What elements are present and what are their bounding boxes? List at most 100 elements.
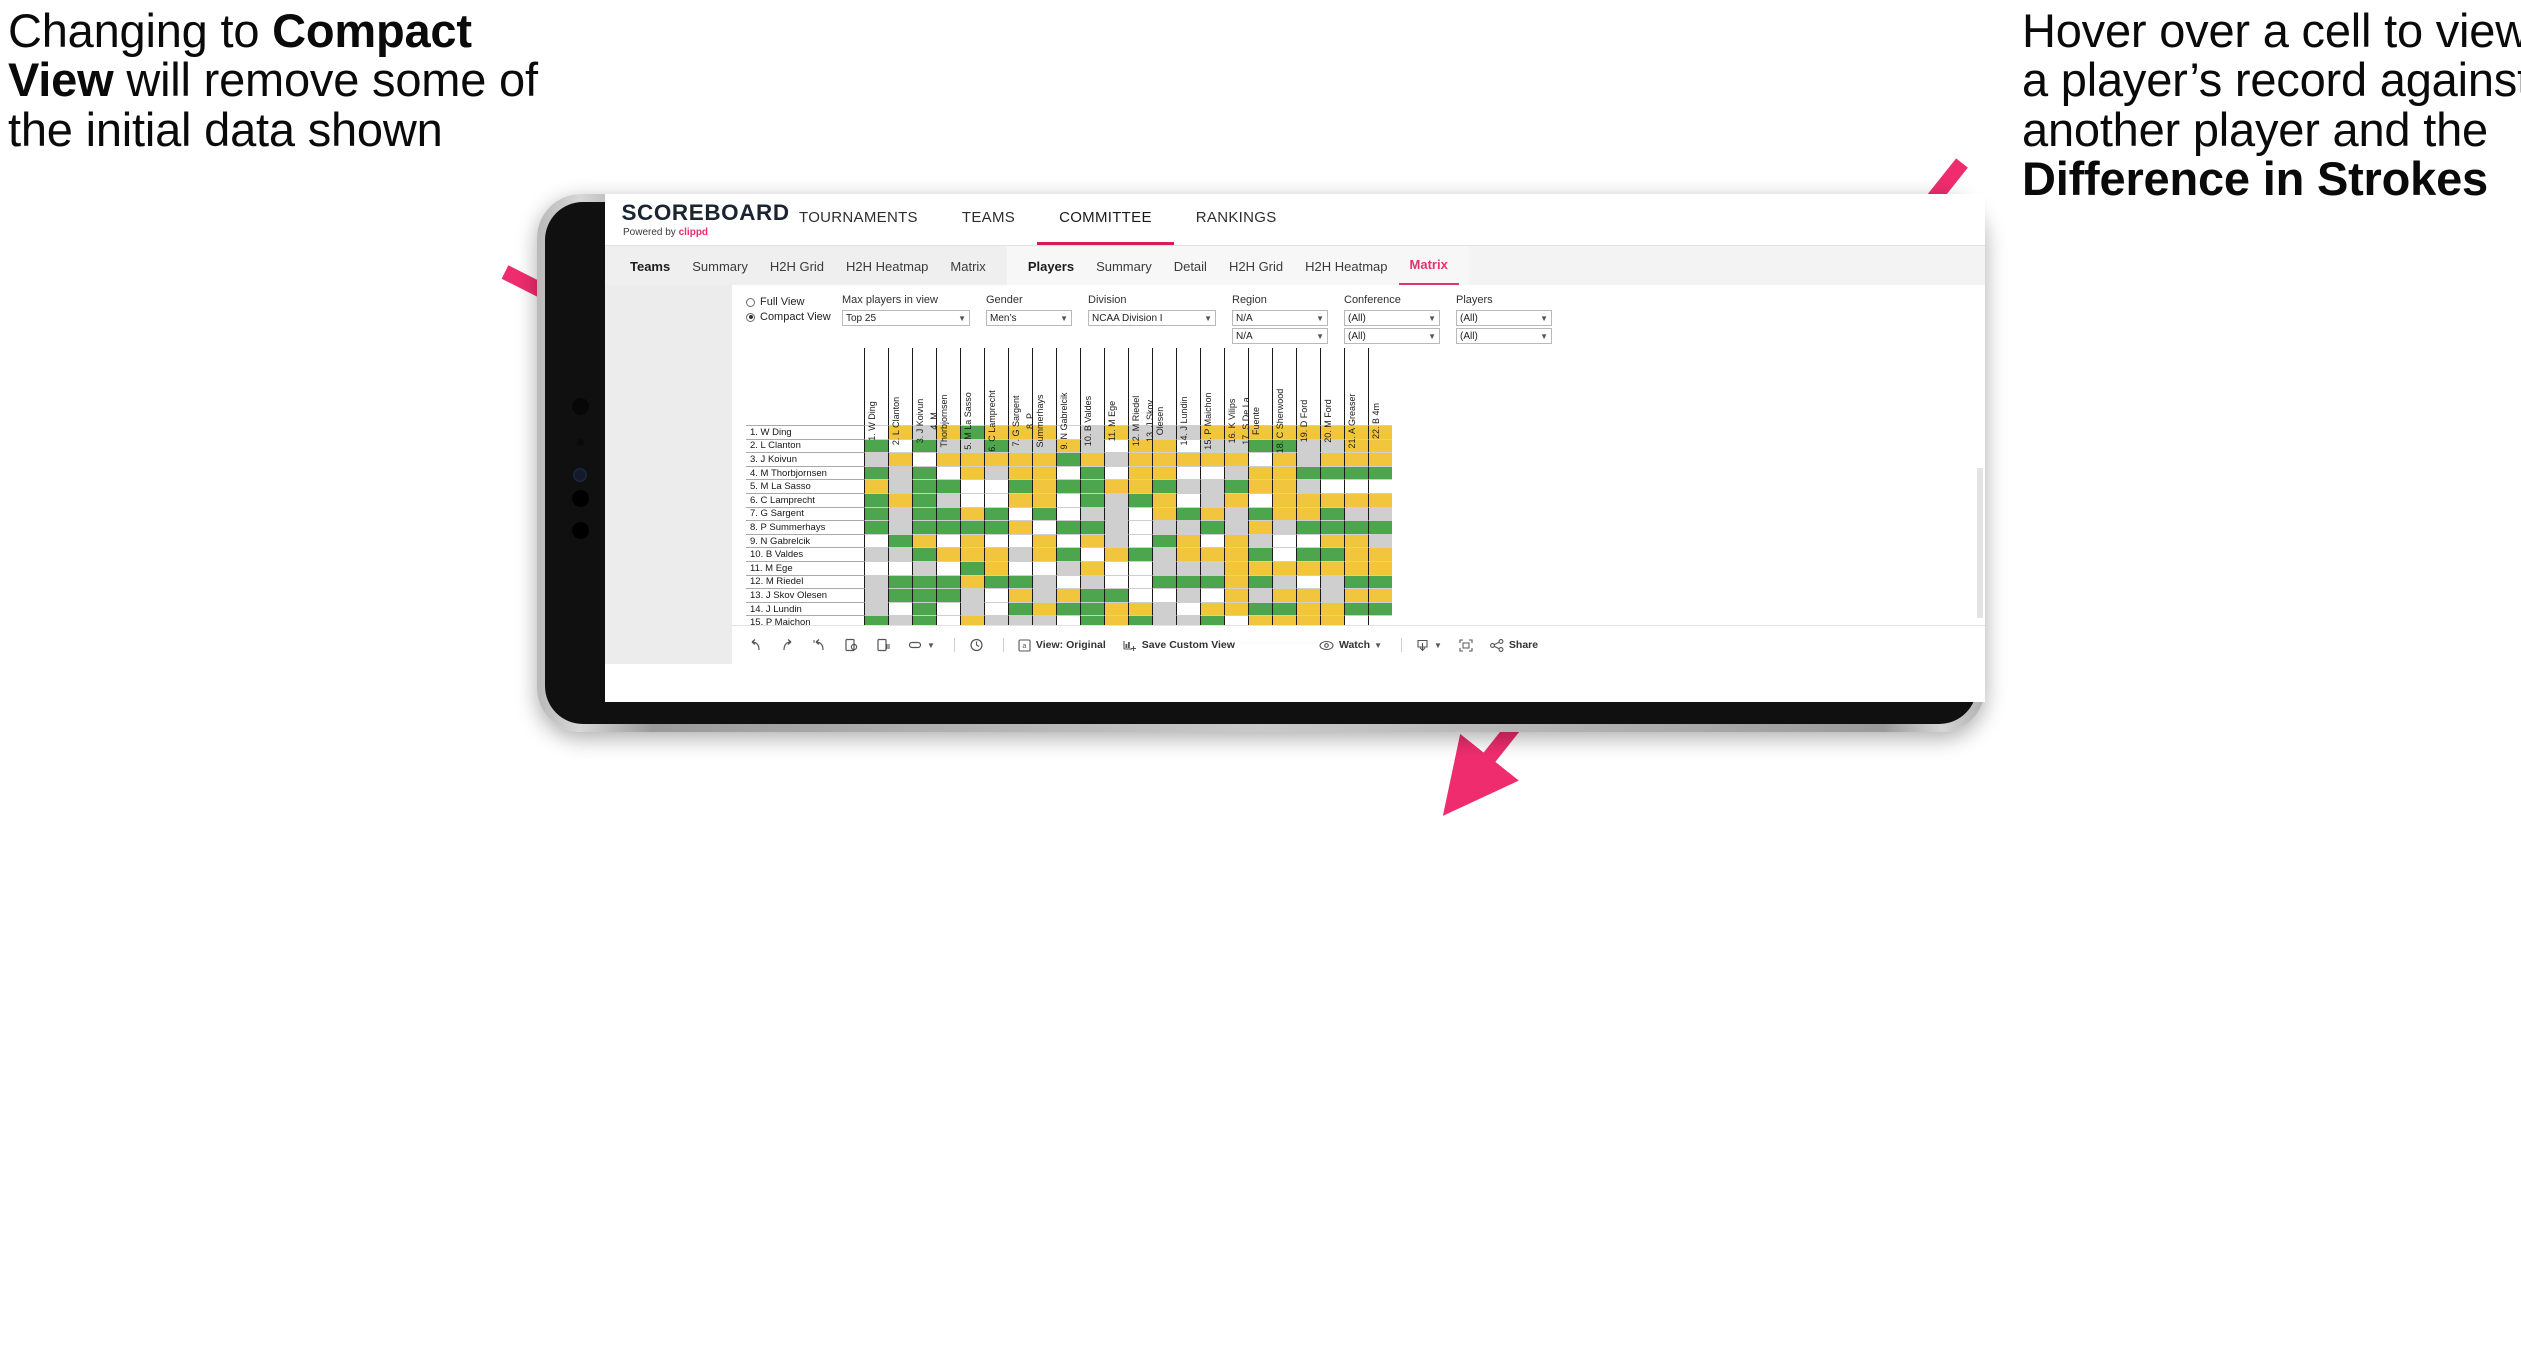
subnav-players-h2h-grid[interactable]: H2H Grid — [1218, 246, 1294, 286]
matrix-cell[interactable] — [1152, 492, 1176, 507]
matrix-cell[interactable] — [1128, 560, 1152, 575]
matrix-cell[interactable] — [960, 588, 984, 602]
matrix-cell[interactable] — [1368, 547, 1392, 561]
matrix-cell[interactable] — [1224, 601, 1248, 616]
matrix-cell[interactable] — [1128, 492, 1152, 507]
matrix-cell[interactable] — [1248, 601, 1272, 616]
matrix-cell[interactable] — [1368, 479, 1392, 493]
matrix-cell[interactable] — [1032, 601, 1056, 616]
nav-tab-teams[interactable]: TEAMS — [940, 194, 1037, 245]
matrix-cell[interactable] — [1176, 560, 1200, 575]
matrix-cell[interactable] — [888, 533, 912, 548]
matrix-cell[interactable] — [984, 506, 1008, 521]
matrix-cell[interactable] — [1248, 506, 1272, 521]
matrix-cell[interactable] — [912, 601, 936, 616]
matrix-cell[interactable] — [1248, 547, 1272, 561]
matrix-cell[interactable] — [1200, 492, 1224, 507]
matrix-cell[interactable] — [1128, 588, 1152, 602]
matrix-cell[interactable] — [984, 465, 1008, 480]
matrix-cell[interactable] — [1320, 560, 1344, 575]
matrix-cell[interactable] — [1320, 479, 1344, 493]
matrix-cell[interactable] — [1176, 465, 1200, 480]
matrix-cell[interactable] — [1368, 438, 1392, 453]
matrix-cell[interactable] — [888, 547, 912, 561]
matrix-cell[interactable] — [1344, 601, 1368, 616]
matrix-cell[interactable] — [1248, 574, 1272, 589]
matrix-cell[interactable] — [1104, 452, 1128, 466]
matrix-cell[interactable] — [888, 492, 912, 507]
matrix-cell[interactable] — [1224, 479, 1248, 493]
matrix-cell[interactable] — [984, 479, 1008, 493]
matrix-cell[interactable] — [1056, 520, 1080, 534]
matrix-cell[interactable] — [1224, 560, 1248, 575]
matrix-cell[interactable] — [1272, 492, 1296, 507]
matrix-cell[interactable] — [1032, 492, 1056, 507]
matrix-cell[interactable] — [1224, 506, 1248, 521]
brand-logo[interactable]: SCOREBOARD Powered by clippd — [605, 194, 789, 245]
pause-button[interactable] — [969, 638, 984, 652]
matrix-cell[interactable] — [864, 574, 888, 589]
matrix-cell[interactable] — [1056, 601, 1080, 616]
matrix-cell[interactable] — [984, 588, 1008, 602]
matrix-cell[interactable] — [1128, 465, 1152, 480]
matrix-cell[interactable] — [912, 520, 936, 534]
vertical-scrollbar[interactable] — [1977, 468, 1983, 618]
matrix-cell[interactable] — [912, 533, 936, 548]
matrix-cell[interactable] — [912, 465, 936, 480]
matrix-cell[interactable] — [1080, 479, 1104, 493]
matrix-cell[interactable] — [1248, 520, 1272, 534]
matrix-cell[interactable] — [1200, 533, 1224, 548]
matrix-cell[interactable] — [1296, 465, 1320, 480]
matrix-cell[interactable] — [912, 506, 936, 521]
matrix-cell[interactable] — [864, 479, 888, 493]
matrix-cell[interactable] — [1128, 601, 1152, 616]
subnav-teams-h2h-heatmap[interactable]: H2H Heatmap — [835, 246, 939, 286]
matrix-cell[interactable] — [1320, 533, 1344, 548]
matrix-cell[interactable] — [1176, 479, 1200, 493]
matrix-cell[interactable] — [1056, 465, 1080, 480]
subnav-teams-matrix[interactable]: Matrix — [939, 246, 996, 286]
matrix-cell[interactable] — [864, 601, 888, 616]
matrix-cell[interactable] — [1056, 506, 1080, 521]
matrix-cell[interactable] — [1224, 547, 1248, 561]
subnav-players-h2h-heatmap[interactable]: H2H Heatmap — [1294, 246, 1398, 286]
subnav-players-matrix[interactable]: Matrix — [1398, 246, 1459, 286]
view-original-button[interactable]: a View: Original — [1018, 638, 1106, 652]
matrix-cell[interactable] — [1200, 479, 1224, 493]
matrix-cell[interactable] — [984, 601, 1008, 616]
matrix-cell[interactable] — [864, 452, 888, 466]
nav-tab-rankings[interactable]: RANKINGS — [1174, 194, 1299, 245]
matrix-cell[interactable] — [1128, 479, 1152, 493]
matrix-cell[interactable] — [888, 520, 912, 534]
matrix-cell[interactable] — [1080, 574, 1104, 589]
matrix-cell[interactable] — [936, 547, 960, 561]
filter-conference-select[interactable]: (All) ▼ — [1344, 310, 1440, 326]
matrix-cell[interactable] — [1344, 588, 1368, 602]
matrix-cell[interactable] — [1008, 560, 1032, 575]
matrix-cell[interactable] — [1128, 547, 1152, 561]
redo-button[interactable] — [780, 638, 795, 652]
matrix-cell[interactable] — [1296, 533, 1320, 548]
filter-players-select-2[interactable]: (All) ▼ — [1456, 328, 1552, 344]
matrix-cell[interactable] — [1080, 506, 1104, 521]
matrix-cell[interactable] — [936, 465, 960, 480]
matrix-cell[interactable] — [1296, 574, 1320, 589]
matrix-cell[interactable] — [1224, 465, 1248, 480]
highlight-button[interactable]: ▼ — [908, 639, 935, 651]
matrix-cell[interactable] — [1152, 560, 1176, 575]
matrix-cell[interactable] — [1296, 520, 1320, 534]
matrix-cell[interactable] — [1344, 533, 1368, 548]
matrix-cell[interactable] — [1272, 465, 1296, 480]
matrix-cell[interactable] — [1176, 601, 1200, 616]
matrix-cell[interactable] — [1008, 574, 1032, 589]
matrix-cell[interactable] — [1080, 465, 1104, 480]
matrix-cell[interactable] — [864, 588, 888, 602]
matrix-cell[interactable] — [1272, 479, 1296, 493]
matrix-cell[interactable] — [1032, 533, 1056, 548]
filter-region-select-2[interactable]: N/A ▼ — [1232, 328, 1328, 344]
matrix-cell[interactable] — [1104, 547, 1128, 561]
matrix-cell[interactable] — [936, 533, 960, 548]
refresh-data-button[interactable] — [844, 638, 859, 652]
matrix-cell[interactable] — [1008, 601, 1032, 616]
matrix-cell[interactable] — [1152, 574, 1176, 589]
